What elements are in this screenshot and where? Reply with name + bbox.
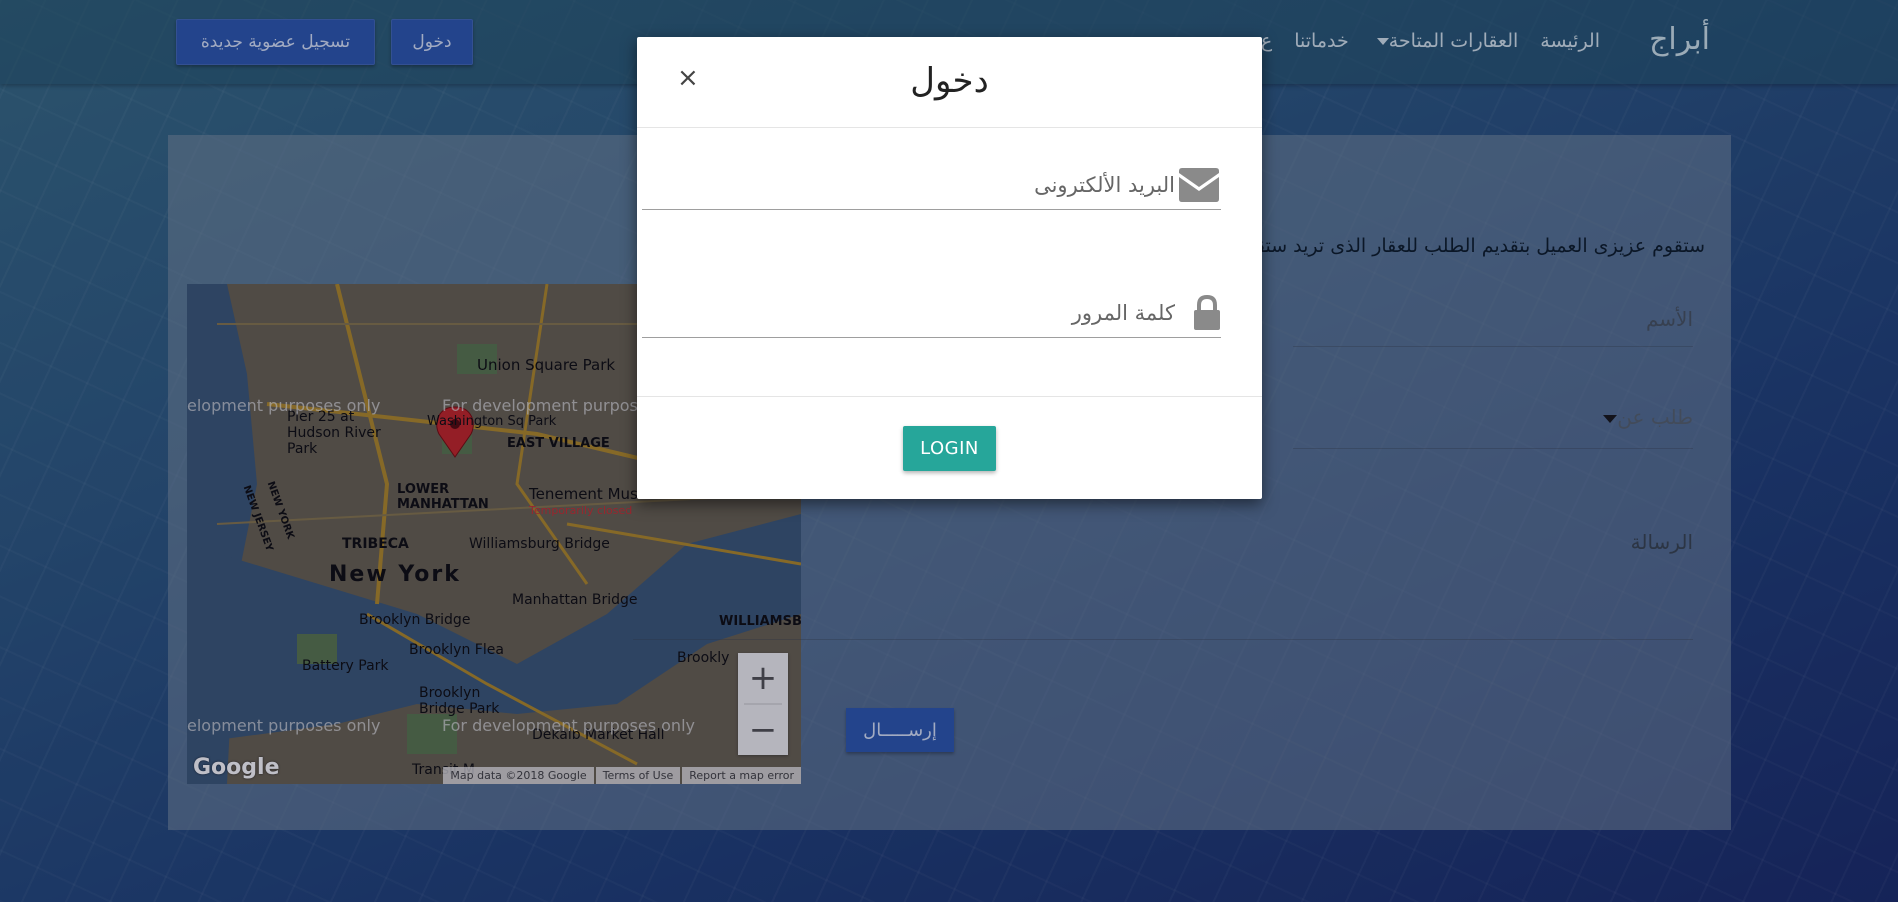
email-field[interactable]: البريد الألكترونى: [642, 160, 1221, 210]
modal-title: دخول: [910, 61, 989, 101]
lock-icon: [1185, 291, 1229, 335]
email-placeholder: البريد الألكترونى: [1034, 172, 1175, 197]
login-modal: دخول × البريد الألكترونى كلمة المرور LOG…: [637, 37, 1262, 499]
modal-header: دخول ×: [637, 37, 1262, 128]
password-placeholder: كلمة المرور: [1071, 300, 1175, 325]
modal-login-button[interactable]: LOGIN: [903, 426, 996, 471]
envelope-icon: [1177, 163, 1221, 207]
close-icon[interactable]: ×: [677, 63, 699, 93]
modal-body: البريد الألكترونى كلمة المرور: [637, 128, 1262, 397]
password-field[interactable]: كلمة المرور: [642, 288, 1221, 338]
